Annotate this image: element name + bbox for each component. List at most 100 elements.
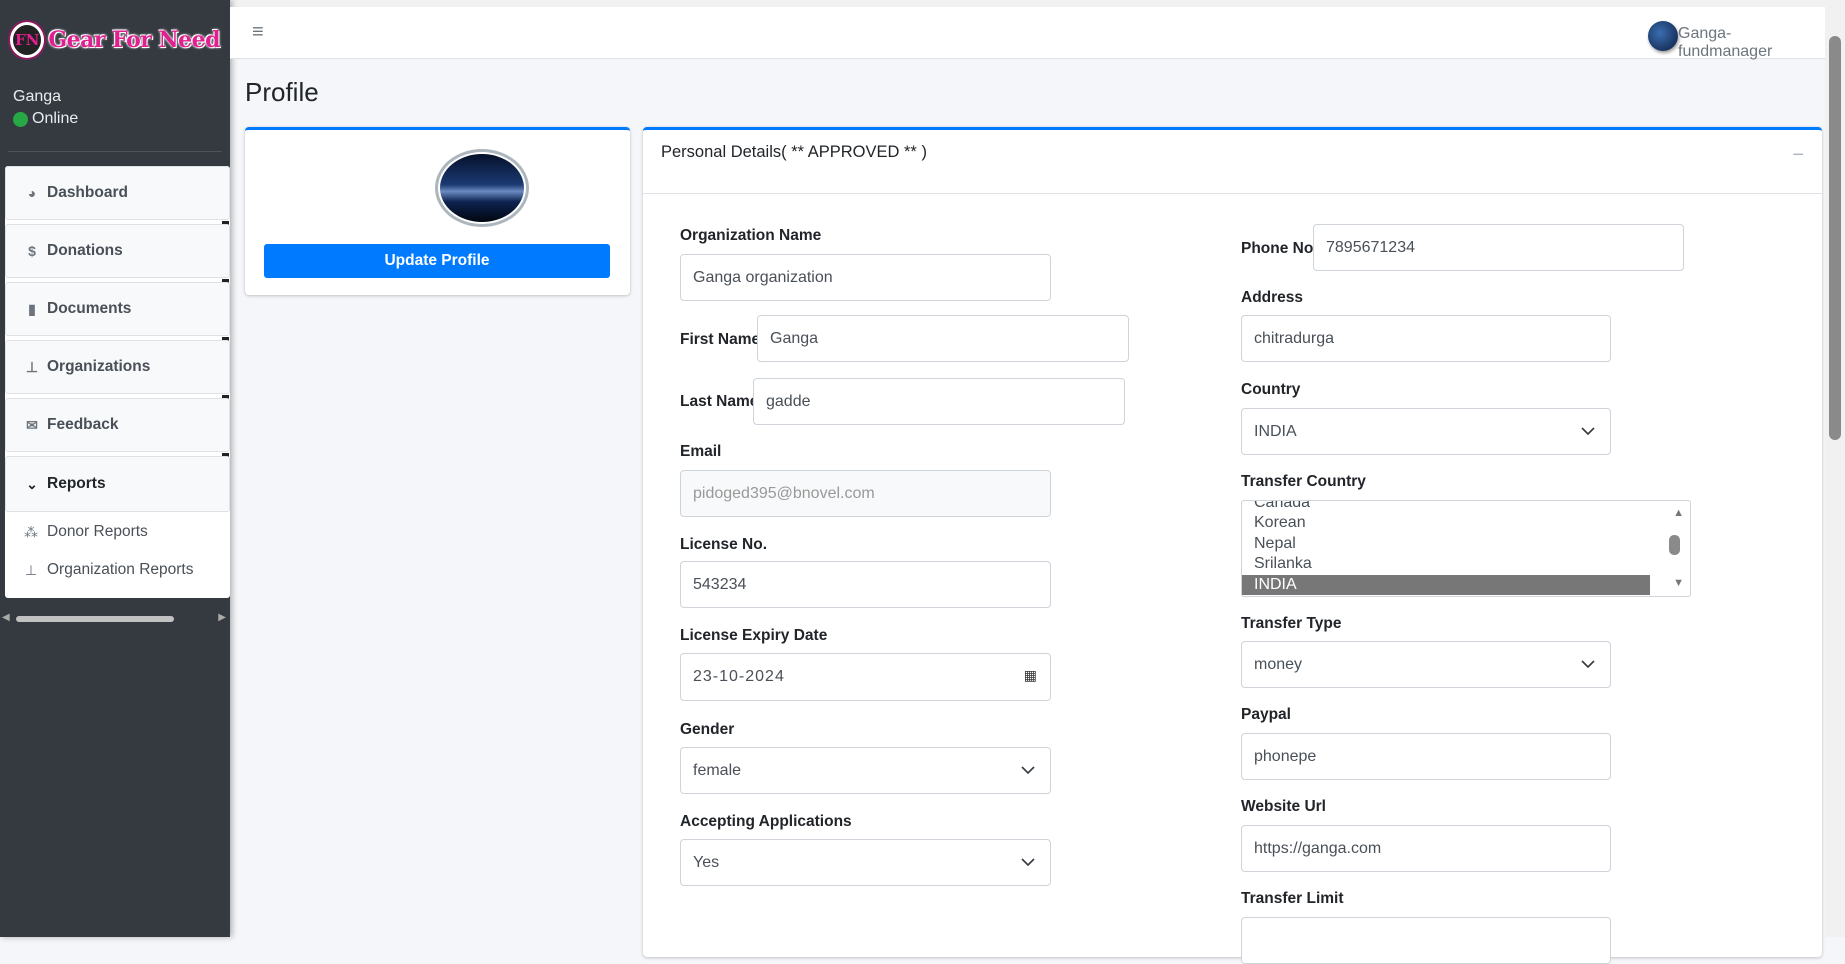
label-gender: Gender [680,721,735,738]
logo-emblem: FN [10,22,45,58]
window-top-strip [230,0,1845,7]
sidebar-menu: ◕ Dashboard $ Donations ▮ Documents ⊥ Organi… [5,166,230,598]
sidebar-item-donations[interactable]: $ Donations [5,224,230,283]
label-website-url: Website Url [1241,798,1326,815]
sidebar: FN Gear For Need Ganga Online ◕ Dashboard… [0,0,230,937]
profile-avatar [435,149,529,227]
phone-input[interactable]: 7895671234 [1313,224,1684,271]
sidebar-item-organizations[interactable]: ⊥ Organizations [5,340,230,399]
chevron-down-icon [1581,660,1595,669]
users-icon: ⁂ [24,523,38,540]
paypal-input[interactable]: phonepe [1241,733,1611,780]
sidebar-item-feedback[interactable]: ✉ Feedback [5,398,230,457]
top-navbar: ≡ Ganga-fundmanager [230,7,1825,61]
select-value: INDIA [1254,422,1297,440]
label-accepting-applications: Accepting Applications [680,813,852,830]
label-country: Country [1241,381,1301,398]
sitemap-icon: ⊥ [25,358,39,375]
option-srilanka[interactable]: Srilanka [1242,554,1650,574]
chevron-down-icon [1021,858,1035,867]
avatar[interactable] [1648,21,1678,51]
user-menu[interactable]: Ganga-fundmanager [1678,25,1825,61]
sidebar-item-label: Feedback [47,416,119,433]
scrollbar-thumb[interactable] [16,616,174,622]
transfer-country-listbox[interactable]: Canada Korean Nepal Srilanka INDIA ▲ ▼ [1241,500,1691,597]
email-input[interactable]: pidoged395@bnovel.com [680,470,1051,517]
org-name-input[interactable]: Ganga organization [680,254,1051,301]
chevron-down-icon [1581,427,1595,436]
page-title: Profile [245,77,319,107]
label-license-expiry: License Expiry Date [680,627,828,644]
license-no-input[interactable]: 543234 [680,561,1051,608]
sidebar-item-label: Documents [47,300,132,317]
sidebar-item-documents[interactable]: ▮ Documents [5,282,230,341]
scroll-up-icon[interactable]: ▲ [1673,507,1684,519]
label-transfer-country: Transfer Country [1241,473,1366,490]
sidebar-item-label: Donations [47,242,123,259]
sidebar-item-reports[interactable]: ⌄ Reports [5,456,230,512]
sidebar-item-dashboard[interactable]: ◕ Dashboard [5,166,230,225]
address-input[interactable]: chitradurga [1241,315,1611,362]
label-license-no: License No. [680,536,767,553]
brand-logo[interactable]: FN Gear For Need [10,20,220,60]
last-name-input[interactable]: gadde [753,378,1125,425]
label-phone: Phone No. [1241,240,1318,257]
first-name-input[interactable]: Ganga [757,315,1129,362]
divider [8,151,222,152]
website-url-input[interactable]: https://ganga.com [1241,825,1611,872]
label-transfer-limit: Transfer Limit [1241,890,1344,907]
page-scrollbar-thumb[interactable] [1829,36,1841,440]
select-value: female [693,761,742,779]
hamburger-icon[interactable]: ≡ [252,21,264,44]
label-address: Address [1241,289,1304,306]
option-korean[interactable]: Korean [1242,513,1650,533]
user-status: Online [13,110,78,128]
scroll-right-icon[interactable]: ▶ [218,612,226,623]
chevron-down-icon [1021,766,1035,775]
sidebar-item-label: Dashboard [47,184,128,201]
status-text: Online [32,110,79,127]
update-profile-button[interactable]: Update Profile [264,244,610,278]
transfer-type-select[interactable]: money [1241,641,1611,688]
label-first-name: First Name [680,331,761,348]
file-icon: ▮ [28,300,36,317]
gender-select[interactable]: female [680,747,1051,794]
sidebar-item-label: Reports [47,475,106,492]
select-value: Yes [693,853,720,871]
scroll-left-icon[interactable]: ◀ [2,612,10,623]
accepting-applications-select[interactable]: Yes [680,839,1051,886]
sitemap-icon: ⊥ [24,561,38,578]
sidebar-item-label: Donor Reports [47,523,148,540]
option-nepal[interactable]: Nepal [1242,534,1650,554]
transfer-limit-input[interactable] [1241,917,1611,964]
chart-pie-icon: ◕ [27,185,37,201]
option-canada[interactable]: Canada [1242,501,1650,513]
online-dot-icon [13,111,28,127]
listbox-scrollbar-thumb[interactable] [1669,535,1680,555]
sidebar-user-name: Ganga [13,88,62,105]
country-select[interactable]: INDIA [1241,408,1611,455]
sidebar-item-label: Organization Reports [47,561,194,578]
date-value: 23-10-2024 [693,668,785,685]
label-paypal: Paypal [1241,706,1291,723]
select-value: money [1254,655,1303,673]
label-last-name: Last Name [680,393,759,410]
calendar-icon[interactable]: ▦ [1024,667,1038,684]
sidebar-subitem-organization-reports[interactable]: ⊥ Organization Reports [23,561,194,579]
option-india[interactable]: INDIA [1242,575,1650,595]
card-header: Personal Details( ** APPROVED ** ) − [643,130,1822,194]
label-email: Email [680,443,722,460]
donate-icon: $ [28,243,36,259]
chevron-down-icon: ⌄ [26,475,38,492]
brand-name: Gear For Need [48,27,220,53]
card-title: Personal Details( ** APPROVED ** ) [661,143,927,161]
label-transfer-type: Transfer Type [1241,615,1342,632]
sidebar-subitem-donor-reports[interactable]: ⁂ Donor Reports [23,523,148,541]
label-org-name: Organization Name [680,227,822,244]
sidebar-item-label: Organizations [47,358,151,375]
scroll-down-icon[interactable]: ▼ [1673,577,1684,589]
profile-card: Update Profile [245,127,630,295]
license-expiry-date-input[interactable]: 23-10-2024 ▦ [680,653,1051,701]
collapse-minus-icon[interactable]: − [1792,144,1804,167]
envelope-icon: ✉ [26,416,38,433]
